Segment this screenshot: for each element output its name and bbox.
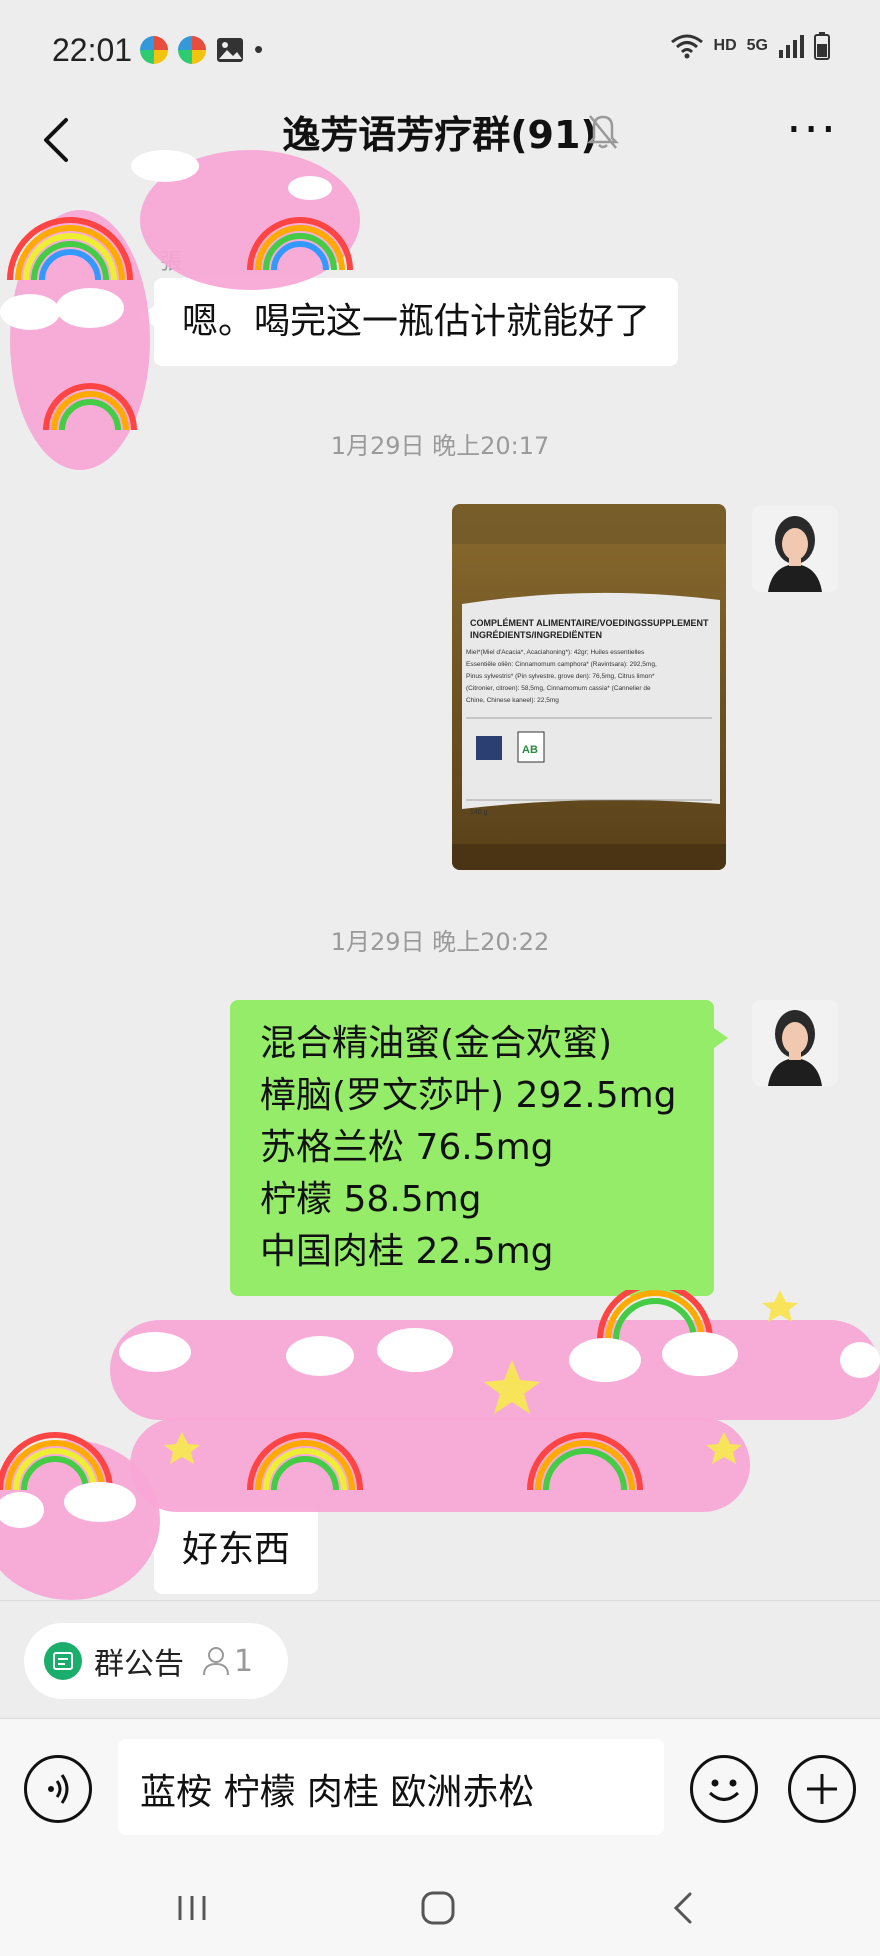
status-time: 22:01 bbox=[52, 32, 133, 68]
my-avatar[interactable] bbox=[752, 506, 838, 592]
timestamp: 1月29日 晚上20:22 bbox=[330, 928, 550, 956]
system-nav-bar bbox=[0, 1868, 880, 1956]
status-right: HD 5G bbox=[670, 32, 830, 60]
status-bar: 22:01 • HD 5G bbox=[0, 0, 880, 100]
emoji-icon bbox=[708, 1779, 740, 1801]
label-subheading: INGRÉDIENTS/INGREDIËNTEN bbox=[470, 630, 602, 640]
back-nav-icon[interactable] bbox=[668, 1890, 698, 1926]
my-avatar[interactable] bbox=[752, 1000, 838, 1086]
dot-icon: • bbox=[254, 34, 264, 64]
input-bar: 蓝桉 柠檬 肉桂 欧洲赤松 bbox=[0, 1718, 880, 1869]
notice-bar: 群公告 1 bbox=[0, 1600, 880, 1719]
sender-name: 張 bbox=[160, 250, 183, 275]
message-text: 嗯。喝完这一瓶估计就能好了 bbox=[182, 301, 651, 342]
home-icon[interactable] bbox=[418, 1888, 458, 1928]
message-line: 混合精油蜜(金合欢蜜) bbox=[260, 1023, 613, 1064]
privacy-sticker bbox=[0, 1290, 880, 1600]
eu-organic-logo bbox=[476, 736, 502, 760]
add-button[interactable] bbox=[788, 1755, 856, 1823]
wifi-icon bbox=[670, 34, 703, 59]
input-text: 蓝桉 柠檬 肉桂 欧洲赤松 bbox=[140, 1772, 535, 1813]
label-line: Chine, Chinese kaneel): 22,5mg bbox=[466, 697, 559, 704]
chat-title: 逸芳语芳疗群(91) bbox=[282, 113, 598, 157]
incoming-message-bubble[interactable]: 好东西 bbox=[139, 1506, 319, 1594]
label-line: Miel*(Miel d'Acacia*, Acaciahoning*): 42… bbox=[466, 649, 645, 656]
mute-bell-icon bbox=[586, 115, 620, 149]
more-icon[interactable]: ··· bbox=[786, 106, 838, 154]
signal-icon bbox=[779, 35, 804, 58]
emoji-button[interactable] bbox=[690, 1755, 758, 1823]
label-weight: 140 g bbox=[470, 809, 488, 816]
timestamp: 1月29日 晚上20:17 bbox=[330, 432, 550, 460]
message-line: 柠檬 58.5mg bbox=[260, 1179, 482, 1220]
incoming-message-bubble[interactable]: 嗯。喝完这一瓶估计就能好了 bbox=[139, 278, 679, 366]
battery-icon bbox=[814, 32, 830, 60]
group-notice-button[interactable]: 群公告 1 bbox=[24, 1623, 288, 1699]
voice-button[interactable] bbox=[24, 1755, 92, 1823]
notice-icon bbox=[44, 1642, 82, 1680]
message-line: 樟脑(罗文莎叶) 292.5mg bbox=[260, 1075, 677, 1116]
voice-icon bbox=[48, 1774, 69, 1804]
recent-apps-icon[interactable] bbox=[172, 1890, 212, 1926]
hd-label: HD bbox=[713, 37, 737, 54]
bio-logo-text: AB bbox=[522, 744, 538, 756]
app-notification-icon bbox=[140, 35, 168, 64]
plus-icon bbox=[807, 1774, 837, 1804]
label-line: Pinus sylvestris* (Pin sylvestre, grove … bbox=[466, 673, 655, 680]
notification-icons: • bbox=[140, 34, 263, 65]
shared-photo[interactable]: COMPLÉMENT ALIMENTAIRE/VOEDINGSSUPPLEMEN… bbox=[452, 504, 726, 870]
label-line: (Citronier, citroen): 58,5mg, Cinnamomum… bbox=[466, 685, 651, 692]
notice-label: 群公告 bbox=[94, 1647, 184, 1682]
person-icon bbox=[203, 1647, 229, 1676]
label-heading: COMPLÉMENT ALIMENTAIRE/VOEDINGSSUPPLEMEN… bbox=[470, 618, 709, 628]
outgoing-message-bubble[interactable]: 混合精油蜜(金合欢蜜) 樟脑(罗文莎叶) 292.5mg 苏格兰松 76.5mg… bbox=[230, 1000, 728, 1296]
message-text: 好东西 bbox=[182, 1529, 291, 1570]
label-line: Essentiële oliën: Cinnamomum camphora* (… bbox=[466, 661, 657, 668]
message-line: 中国肉桂 22.5mg bbox=[260, 1231, 554, 1272]
image-icon bbox=[217, 37, 243, 62]
message-line: 苏格兰松 76.5mg bbox=[260, 1127, 554, 1168]
network-gen-label: 5G bbox=[746, 37, 768, 54]
app-notification-icon bbox=[178, 35, 206, 64]
message-input[interactable]: 蓝桉 柠檬 肉桂 欧洲赤松 bbox=[118, 1739, 664, 1835]
notice-read-count: 1 bbox=[234, 1643, 254, 1679]
